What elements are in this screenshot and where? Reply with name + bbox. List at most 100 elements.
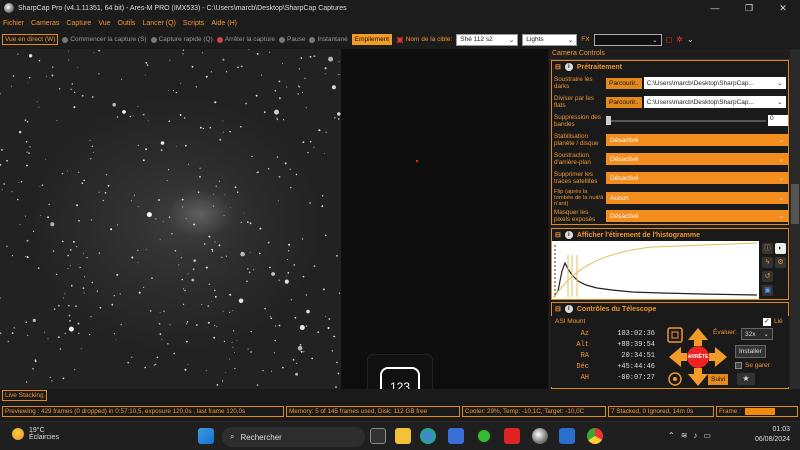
chevron-up-icon[interactable]: ⌃: [668, 431, 675, 440]
menu-scripts[interactable]: Scripts: [183, 20, 204, 27]
pause-button[interactable]: Pause: [279, 36, 305, 43]
star: [230, 207, 231, 208]
background-select[interactable]: Désactivé ⌄: [606, 153, 788, 165]
app-icon-blue[interactable]: [559, 428, 575, 444]
collapse-icon[interactable]: ⊟: [555, 231, 561, 239]
stop-capture-button[interactable]: Arrêter la capture: [216, 36, 275, 43]
minimize-button[interactable]: —: [698, 0, 732, 16]
file-explorer-icon[interactable]: [395, 428, 411, 444]
telescope-header[interactable]: ⊟ i Contrôles du Télescope: [552, 303, 788, 315]
histogram-chart[interactable]: [552, 241, 759, 299]
spiral-search-icon[interactable]: [667, 327, 683, 343]
fx-select[interactable]: ⌄: [593, 33, 662, 46]
arrow-down-icon[interactable]: [688, 368, 708, 386]
clock[interactable]: 01:03 06/08/2024: [755, 425, 790, 445]
wifi-icon[interactable]: ≋: [681, 431, 688, 440]
banding-value[interactable]: 0: [768, 115, 788, 126]
frame-type-select[interactable]: Lights ⌄: [522, 33, 578, 46]
reset-icon[interactable]: ↺: [762, 271, 773, 282]
arrow-right-icon[interactable]: [709, 347, 727, 367]
chevron-down-icon: ⌄: [652, 36, 658, 44]
live-stacking-tab[interactable]: Live Stacking: [2, 390, 47, 401]
stacking-button[interactable]: Empilement: [351, 34, 393, 45]
flip-select[interactable]: Aucun ⌄: [606, 192, 788, 204]
task-view-icon[interactable]: [370, 428, 386, 444]
memory-status: Memory: 5 of 145 frames used, Disk: 112 …: [286, 406, 460, 417]
histogram-header[interactable]: ⊟ i Afficher l'étirement de l'histogramme: [552, 229, 788, 241]
star: [335, 386, 337, 388]
battery-icon[interactable]: ▭: [703, 431, 711, 440]
collapse-icon[interactable]: ⊟: [555, 305, 561, 313]
quick-capture-button[interactable]: Capture rapide (Q): [150, 36, 213, 43]
close-button[interactable]: ✕: [766, 0, 800, 16]
scrollbar-thumb[interactable]: [791, 184, 799, 224]
stabilization-select[interactable]: Désactivé ⌄: [606, 134, 788, 146]
browse-darks-button[interactable]: Parcourir..: [606, 77, 642, 89]
rate-select[interactable]: 32x ⌄: [741, 328, 773, 340]
star: [137, 206, 139, 207]
volume-icon[interactable]: ♪: [693, 431, 697, 440]
app-icon-red[interactable]: [504, 428, 520, 444]
menu-lancer[interactable]: Lancer (Q): [142, 20, 175, 27]
info-icon[interactable]: i: [564, 63, 573, 71]
ra-row: RA 20:34:51: [559, 350, 655, 361]
stop-mount-button[interactable]: ARRÊTE: [687, 346, 709, 368]
install-button[interactable]: Installer: [735, 345, 766, 358]
stabilization-label: Stabilisation planète / disque: [554, 133, 599, 147]
flats-path-select[interactable]: C:\Users\marcb\Desktop\SharpCap... ⌄: [643, 96, 786, 108]
reticle-icon[interactable]: ✲: [676, 35, 683, 44]
lie-checkbox[interactable]: ✓: [763, 318, 771, 326]
menu-vue[interactable]: Vue: [98, 20, 110, 27]
browse-flats-button[interactable]: Parcourir..: [606, 96, 642, 108]
chevron-down-icon[interactable]: ⌄: [687, 35, 694, 44]
sharpcap-taskbar-icon[interactable]: [532, 428, 548, 444]
star-select-icon[interactable]: ★: [737, 373, 755, 385]
edge-browser-icon[interactable]: [420, 428, 436, 444]
windows-start-icon[interactable]: [198, 428, 214, 444]
info-icon[interactable]: i: [564, 305, 573, 313]
collapse-icon[interactable]: ⊟: [555, 63, 561, 71]
lightning-icon[interactable]: ϟ: [762, 257, 773, 268]
start-capture-button[interactable]: Commencer la capture (S): [62, 36, 147, 43]
banding-slider[interactable]: [606, 116, 766, 125]
arrow-up-icon[interactable]: [688, 328, 708, 346]
live-view-button[interactable]: Vue en direct (W): [2, 34, 59, 45]
star: [184, 368, 187, 371]
menu-fichier[interactable]: Fichier: [3, 20, 24, 27]
system-tray: ⌃ ≋ ♪ ▭: [668, 431, 711, 440]
star: [11, 255, 13, 257]
weather-widget[interactable]: 19°C Éclaircies: [12, 427, 59, 441]
star: [313, 146, 315, 148]
save-icon[interactable]: ▣: [762, 285, 773, 296]
menu-cameras[interactable]: Cameras: [31, 20, 59, 27]
menu-capture[interactable]: Capture: [66, 20, 91, 27]
restore-button[interactable]: ❐: [732, 0, 766, 16]
star: [47, 216, 49, 219]
panel-scrollbar[interactable]: [790, 49, 800, 389]
crosshair-icon[interactable]: ◻: [666, 35, 673, 44]
taskbar-search[interactable]: ⌕ Rechercher: [222, 427, 365, 447]
star: [305, 107, 307, 109]
gear-icon[interactable]: ⚙: [775, 257, 786, 268]
star: [156, 356, 159, 359]
chrome-icon[interactable]: [587, 428, 603, 444]
info-icon[interactable]: ⓘ: [762, 243, 773, 254]
menu-aide[interactable]: Aide (H): [211, 20, 237, 27]
info-icon[interactable]: i: [564, 231, 573, 239]
arrow-left-icon[interactable]: [669, 347, 687, 367]
store-icon[interactable]: [448, 428, 464, 444]
satellite-select[interactable]: Désactivé ⌄: [606, 172, 788, 184]
hot-pixels-select[interactable]: Désactivé ⌄: [606, 210, 788, 222]
park-checkbox[interactable]: [735, 362, 742, 369]
snapshot-button[interactable]: Instantané: [309, 36, 348, 43]
target-select[interactable]: Shé 112 s2 ⌄: [456, 33, 519, 46]
app-icon-green[interactable]: [476, 428, 492, 444]
darks-path-select[interactable]: C:\Users\marcb\Desktop\SharpCap... ⌄: [643, 77, 786, 89]
menu-outils[interactable]: Outils: [118, 20, 136, 27]
follow-button[interactable]: Suivi: [708, 374, 729, 385]
slider-knob[interactable]: [606, 116, 611, 125]
star: [184, 144, 187, 147]
preprocessing-header[interactable]: ⊟ i Prétraitement: [552, 61, 788, 73]
image-view[interactable]: 123: [0, 49, 548, 419]
contrast-icon[interactable]: ◐: [775, 243, 786, 254]
